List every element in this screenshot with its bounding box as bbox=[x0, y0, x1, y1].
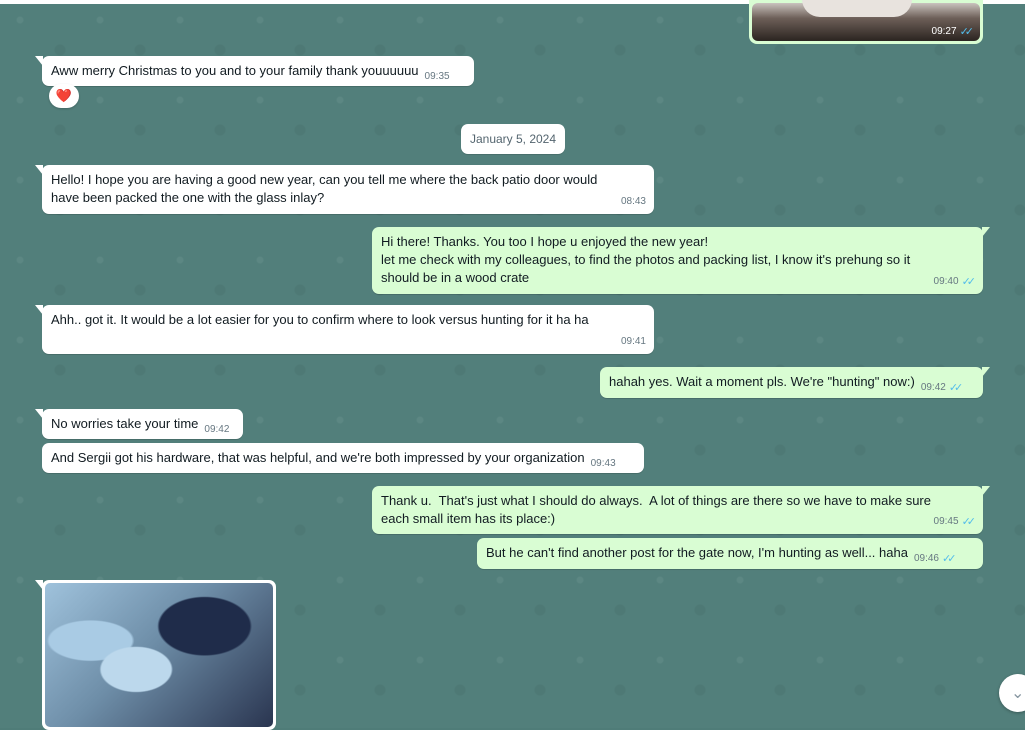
message-text: Aww merry Christmas to you and to your f… bbox=[51, 63, 419, 78]
message-meta: 09:46 ✓✓ bbox=[913, 550, 957, 568]
message-text: And Sergii got his hardware, that was he… bbox=[51, 450, 585, 465]
chevron-down-icon: ⌄ bbox=[1011, 685, 1025, 702]
message-meta: 09:43 bbox=[591, 455, 616, 473]
message-text: Ahh.. got it. It would be a lot easier f… bbox=[51, 312, 589, 327]
message-meta: 09:41 bbox=[621, 333, 646, 351]
incoming-message[interactable]: Hello! I hope you are having a good new … bbox=[35, 165, 654, 214]
message-meta: 09:27 ✓✓ bbox=[931, 25, 975, 38]
incoming-message[interactable]: No worries take your time 09:42 bbox=[35, 409, 243, 439]
incoming-message[interactable]: Ahh.. got it. It would be a lot easier f… bbox=[35, 305, 654, 354]
date-label: January 5, 2024 bbox=[469, 132, 557, 146]
message-time: 09:42 bbox=[920, 382, 946, 393]
message-text: hahah yes. Wait a moment pls. We're "hun… bbox=[609, 374, 915, 389]
message-time: 09:40 bbox=[933, 276, 959, 287]
double-check-icon: ✓✓ bbox=[961, 276, 977, 288]
message-text: But he can't find another post for the g… bbox=[486, 545, 908, 560]
message-time: 09:41 bbox=[620, 336, 646, 347]
message-text: Hi there! Thanks. You too I hope u enjoy… bbox=[381, 234, 911, 285]
date-separator: January 5, 2024 bbox=[461, 124, 565, 154]
outgoing-image-message[interactable]: 09:27 ✓✓ bbox=[749, 0, 983, 44]
message-time: 09:35 bbox=[424, 71, 450, 82]
message-meta: 09:42 bbox=[204, 421, 229, 439]
double-check-icon: ✓✓ bbox=[959, 26, 975, 38]
image-thumbnail[interactable] bbox=[45, 583, 273, 727]
message-time: 09:45 bbox=[933, 516, 959, 527]
message-meta: 09:45 ✓✓ bbox=[933, 513, 977, 531]
outgoing-message[interactable]: Thank u. That's just what I should do al… bbox=[372, 486, 990, 534]
outgoing-message[interactable]: Hi there! Thanks. You too I hope u enjoy… bbox=[372, 227, 990, 294]
reaction-emoji: ❤️ bbox=[55, 88, 73, 103]
outgoing-message[interactable]: hahah yes. Wait a moment pls. We're "hun… bbox=[600, 367, 990, 398]
message-text: Thank u. That's just what I should do al… bbox=[381, 493, 931, 526]
double-check-icon: ✓✓ bbox=[961, 516, 977, 528]
double-check-icon: ✓✓ bbox=[948, 382, 964, 394]
incoming-image-message[interactable] bbox=[35, 580, 276, 730]
message-meta: 09:35 bbox=[425, 68, 450, 86]
message-time: 08:43 bbox=[620, 196, 646, 207]
message-text: No worries take your time bbox=[51, 416, 199, 431]
outgoing-message[interactable]: But he can't find another post for the g… bbox=[477, 538, 983, 569]
heart-icon[interactable]: ❤️ bbox=[49, 84, 79, 108]
message-meta: 09:40 ✓✓ bbox=[933, 273, 977, 291]
message-time: 09:42 bbox=[204, 424, 230, 435]
message-time: 09:46 bbox=[913, 553, 939, 564]
incoming-message[interactable]: Aww merry Christmas to you and to your f… bbox=[35, 56, 474, 86]
message-text: Hello! I hope you are having a good new … bbox=[51, 172, 598, 205]
message-time: 09:43 bbox=[590, 458, 616, 469]
message-meta: 08:43 bbox=[621, 193, 646, 211]
message-time: 09:27 bbox=[931, 26, 957, 37]
incoming-message[interactable]: And Sergii got his hardware, that was he… bbox=[42, 443, 644, 473]
message-meta: 09:42 ✓✓ bbox=[920, 379, 964, 397]
double-check-icon: ✓✓ bbox=[942, 553, 957, 565]
